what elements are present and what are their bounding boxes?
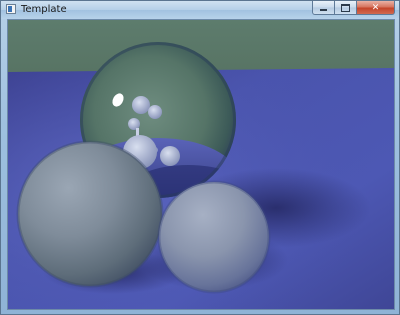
ray-traced-scene <box>8 20 394 309</box>
title-bar[interactable]: Template ✕ <box>1 1 399 19</box>
maximize-icon <box>341 3 350 12</box>
diffuse-sphere-medium <box>157 180 271 294</box>
maximize-button[interactable] <box>335 1 357 15</box>
close-button[interactable]: ✕ <box>357 1 395 15</box>
application-icon[interactable] <box>6 4 16 14</box>
minimize-icon <box>320 8 327 11</box>
diffuse-sphere-large <box>16 140 164 288</box>
close-icon: ✕ <box>371 2 380 13</box>
application-window: Template ✕ <box>0 0 400 315</box>
minimize-button[interactable] <box>312 1 335 15</box>
small-sphere <box>160 146 180 166</box>
render-viewport[interactable] <box>7 19 395 310</box>
window-title: Template <box>21 4 67 15</box>
caption-buttons: ✕ <box>312 1 395 16</box>
